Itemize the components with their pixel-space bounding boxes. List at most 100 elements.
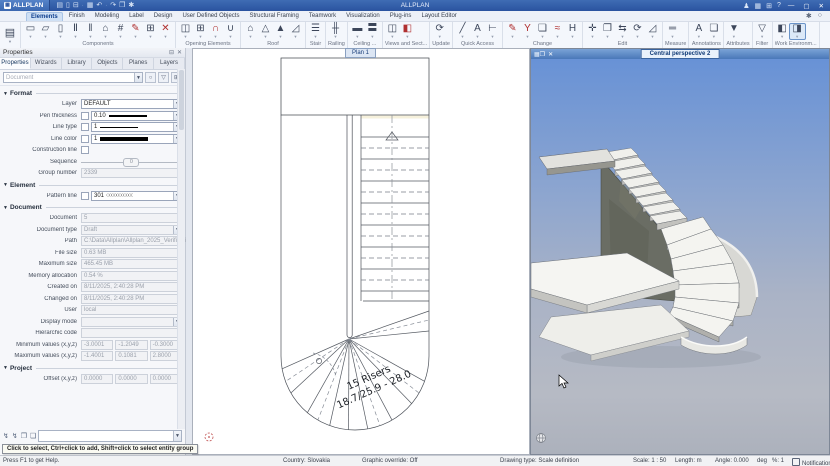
task-board-icon[interactable]: ▤ [56, 0, 63, 11]
redo-icon[interactable]: ↷ [110, 0, 116, 11]
checkbox[interactable] [81, 134, 89, 143]
help-icon[interactable]: ? [777, 2, 781, 9]
join-button[interactable]: H ▼ [565, 24, 580, 39]
new-document-icon[interactable]: ▯ [66, 0, 70, 11]
copy-props-icon[interactable]: ❐ [21, 432, 27, 440]
ribbon-tab-modeling[interactable]: Modeling [91, 12, 123, 21]
move-button[interactable]: ✛ ▼ [585, 24, 600, 39]
scale-button[interactable]: ◿ ▼ [645, 24, 660, 39]
options-icon[interactable]: ✱ [128, 0, 134, 11]
section-button[interactable]: ◧ ▼ [400, 24, 415, 39]
text-button[interactable]: A ▼ [470, 24, 485, 39]
ribbon-tab-elements[interactable]: Elements [26, 11, 63, 21]
copy-elements-button[interactable]: ❐ ▼ [600, 24, 615, 39]
pin-icon[interactable]: ⊟ [169, 49, 174, 56]
panel-tab-planes[interactable]: Planes [123, 58, 155, 69]
roof-plane-button[interactable]: ⌂ ▼ [243, 24, 258, 39]
workspace-button[interactable]: ◨ ▼ [788, 23, 806, 40]
property-field[interactable]: 1▼ [91, 122, 182, 133]
panel-scrollbar[interactable] [177, 69, 185, 429]
roof-frame-button[interactable]: △ ▼ [258, 24, 273, 39]
command-input[interactable]: ▼ [38, 430, 182, 442]
section-header-format[interactable]: ▼ Format [3, 90, 182, 97]
mirror-button[interactable]: ⇆ ▼ [615, 24, 630, 39]
insert-component-button[interactable]: ⊞ ▼ [143, 24, 158, 39]
ribbon-tab-plug-ins[interactable]: Plug-ins [386, 12, 416, 21]
section-header-element[interactable]: ▼ Element [3, 182, 182, 189]
ribbon-tab-design[interactable]: Design [150, 12, 177, 21]
ribbon-tab-user-defined-objects[interactable]: User Defined Objects [178, 12, 243, 21]
match-props-icon[interactable]: ↯ [3, 432, 9, 440]
user-icon[interactable]: ♟ [743, 2, 749, 10]
sketch-button[interactable]: ✎ ▼ [128, 24, 143, 39]
line-button[interactable]: ╱ ▼ [455, 24, 470, 39]
app-menu-button[interactable]: ▦ ALLPLAN [0, 0, 51, 11]
measure-button[interactable]: ═ ▼ [665, 24, 680, 39]
skylight-button[interactable]: ◿ ▼ [288, 24, 303, 39]
checkbox[interactable] [81, 146, 89, 155]
column-button[interactable]: ▯ ▼ [53, 24, 68, 39]
edit-pen-button[interactable]: ✎ ▼ [505, 24, 520, 39]
property-field[interactable]: DEFAULT▼ [81, 99, 182, 110]
command-dropdown-icon[interactable]: ▼ [173, 431, 181, 441]
checkbox[interactable] [81, 111, 89, 120]
ribbon-tab-teamwork[interactable]: Teamwork [305, 12, 340, 21]
delete-component-button[interactable]: ✕ ▼ [158, 24, 173, 39]
sequence-slider[interactable]: 0 [81, 157, 182, 167]
undo-icon[interactable]: ↶ [96, 0, 102, 11]
ribbon-tab-structural-framing[interactable]: Structural Framing [245, 12, 302, 21]
panel-tab-objects[interactable]: Objects [92, 58, 124, 69]
framework-button[interactable]: # ▼ [113, 24, 128, 39]
stair-button[interactable]: ☰ ▼ [308, 24, 323, 39]
ribbon-tab-finish[interactable]: Finish [65, 12, 89, 21]
double-wall-button[interactable]: ‖ ▼ [83, 24, 98, 39]
dimension-button[interactable]: ⊢ ▼ [485, 24, 500, 39]
slab-button[interactable]: ▱ ▼ [38, 24, 53, 39]
smart-ceiling-button[interactable]: 〓 ▼ [365, 24, 380, 39]
layout-config-button[interactable]: ◧ ▼ [775, 24, 790, 39]
filter-funnel-button[interactable]: ▽ ▼ [755, 24, 770, 39]
door-button[interactable]: ◫ ▼ [178, 24, 193, 39]
status-notifications[interactable]: Notifications [792, 458, 830, 466]
panel-tab-layers[interactable]: Layers [154, 58, 185, 69]
panel-tab-properties[interactable]: Properties [0, 58, 31, 69]
ribbon-tab-label[interactable]: Label [125, 12, 148, 21]
selector-dropdown-icon[interactable]: ▼ [134, 73, 142, 82]
view-button[interactable]: ◫ ▼ [385, 24, 400, 39]
close-panel-icon[interactable]: ✕ [177, 49, 182, 56]
railing-button[interactable]: ╫ ▼ [328, 24, 343, 39]
property-field[interactable]: 1▼ [91, 133, 182, 144]
viewport-3d[interactable]: ▦ Central perspective 2 ❐ ✕ [530, 48, 830, 455]
property-field[interactable]: 301○○○○○○○○○○○▼ [91, 190, 182, 201]
minimize-icon[interactable]: — [786, 2, 797, 9]
attributes-button[interactable]: ▼ ▼ [726, 24, 741, 39]
connect-icon[interactable]: ⊞ [766, 2, 772, 10]
search-icon[interactable]: ○ [818, 12, 822, 20]
window-button[interactable]: ⊞ ▼ [193, 24, 208, 39]
save-icon[interactable]: ▦ [87, 0, 94, 11]
viewport-2d-tab[interactable]: Plan 1 [345, 48, 377, 58]
property-field[interactable]: 0.10▼ [91, 110, 182, 121]
label-pages-button[interactable]: ❏ ▼ [706, 24, 721, 39]
restore-view-icon[interactable]: ❐ [540, 51, 545, 58]
copy-icon[interactable]: ❐ [119, 0, 125, 11]
store-icon[interactable]: ▦ [754, 2, 761, 10]
update-button[interactable]: ⟳ ▼ [432, 24, 447, 39]
open-icon[interactable]: ⊟ [73, 0, 79, 11]
restore-icon[interactable]: ▢ [801, 2, 811, 10]
wall-button[interactable]: ▭ ▼ [23, 24, 38, 39]
ribbon-tab-visualization[interactable]: Visualization [342, 12, 384, 21]
paste-props-icon[interactable]: ❏ [30, 432, 36, 440]
filter-select-icon[interactable]: ▽ [158, 72, 169, 83]
transfer-props-icon[interactable]: ↯ [12, 432, 18, 440]
close-view-icon[interactable]: ✕ [548, 51, 553, 58]
viewport-2d[interactable]: Plan 1 15 Risers 18.7/25.9 - 28.0 [192, 48, 530, 455]
task-board-button[interactable]: ▤ ▼ [0, 22, 21, 48]
panel-tab-library[interactable]: Library [62, 58, 93, 69]
recess-button[interactable]: ∪ ▼ [223, 24, 238, 39]
beam-button[interactable]: Ⅱ ▼ [68, 24, 83, 39]
viewport-menu-icon[interactable]: ▦ [531, 51, 540, 58]
dormer-button[interactable]: ▲ ▼ [273, 24, 288, 39]
scrollbar-thumb[interactable] [179, 70, 184, 130]
opening-button[interactable]: ∩ ▼ [208, 24, 223, 39]
